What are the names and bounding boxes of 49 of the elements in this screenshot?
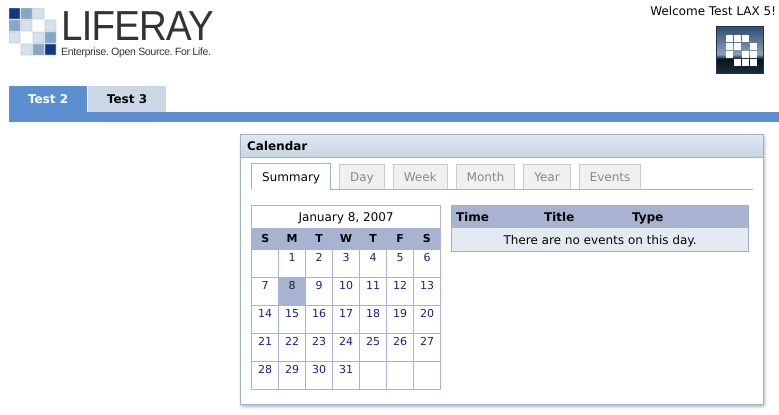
calendar-tab[interactable]: Summary xyxy=(251,163,331,190)
calendar-day[interactable]: 6 xyxy=(414,250,440,278)
calendar-day[interactable]: 27 xyxy=(414,334,440,362)
calendar-day[interactable]: 9 xyxy=(306,278,332,306)
calendar-day[interactable]: 2 xyxy=(306,250,332,278)
calendar-day[interactable]: 4 xyxy=(360,250,386,278)
empty-message: There are no events on this day. xyxy=(452,228,748,252)
calendar-day[interactable]: 19 xyxy=(386,306,414,334)
logo-tagline: Enterprise. Open Source. For Life. xyxy=(61,46,212,58)
calendar-day[interactable]: 3 xyxy=(332,250,360,278)
weekday-header: T xyxy=(360,228,386,250)
weekday-header: F xyxy=(386,228,414,250)
welcome-text: Welcome Test LAX 5! xyxy=(650,4,776,18)
calendar-day[interactable]: 8 xyxy=(278,278,306,306)
weekday-header: W xyxy=(332,228,360,250)
calendar-day[interactable]: 20 xyxy=(414,306,440,334)
weekday-header: M xyxy=(278,228,306,250)
weekday-header: S xyxy=(252,228,278,250)
calendar-day[interactable]: 24 xyxy=(332,334,360,362)
calendar-day[interactable]: 16 xyxy=(306,306,332,334)
calendar-day[interactable]: 23 xyxy=(306,334,332,362)
calendar-day[interactable]: 18 xyxy=(360,306,386,334)
calendar-day[interactable]: 29 xyxy=(278,362,306,390)
calendar-day[interactable]: 21 xyxy=(252,334,278,362)
logo-squares-icon xyxy=(9,8,57,56)
calendar-day[interactable]: 31 xyxy=(332,362,360,390)
page-tab[interactable]: Test 3 xyxy=(88,86,166,112)
portlet-title: Calendar xyxy=(247,139,308,153)
month-heading: January 8, 2007 xyxy=(252,206,440,228)
calendar-day[interactable]: 10 xyxy=(332,278,360,306)
column-header: Type xyxy=(628,206,748,228)
calendar-day[interactable]: 25 xyxy=(360,334,386,362)
calendar-day[interactable]: 12 xyxy=(386,278,414,306)
column-header: Title xyxy=(540,206,628,228)
logo-name: LIFERAY xyxy=(61,7,213,45)
user-avatar-icon[interactable] xyxy=(716,26,764,74)
weekday-header: T xyxy=(306,228,332,250)
calendar-day[interactable]: 30 xyxy=(306,362,332,390)
weekday-header: S xyxy=(414,228,440,250)
calendar-day[interactable]: 15 xyxy=(278,306,306,334)
calendar-day[interactable]: 14 xyxy=(252,306,278,334)
calendar-day[interactable]: 26 xyxy=(386,334,414,362)
calendar-day[interactable]: 28 xyxy=(252,362,278,390)
calendar-day[interactable]: 11 xyxy=(360,278,386,306)
column-header: Time xyxy=(452,206,540,228)
calendar-day[interactable]: 22 xyxy=(278,334,306,362)
calendar-day[interactable]: 17 xyxy=(332,306,360,334)
calendar-day[interactable]: 13 xyxy=(414,278,440,306)
calendar-day[interactable]: 5 xyxy=(386,250,414,278)
